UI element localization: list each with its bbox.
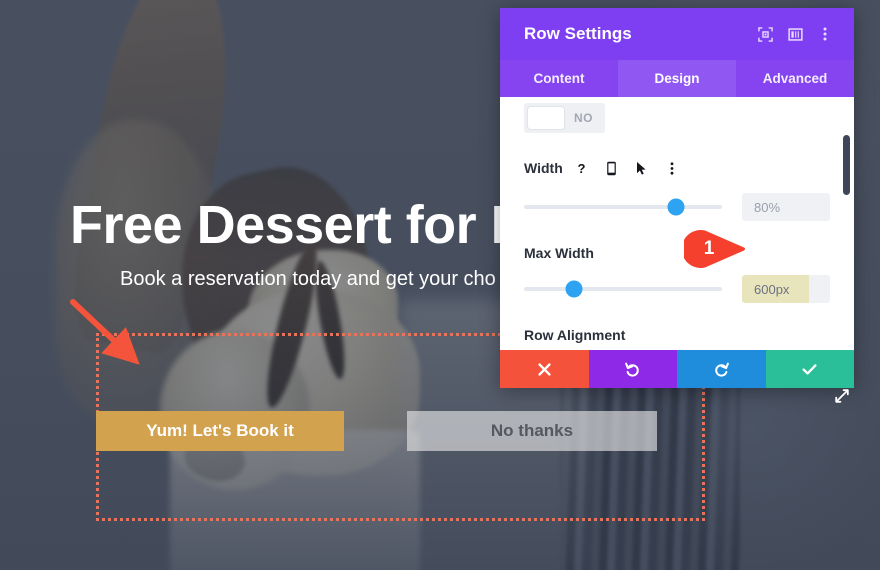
width-slider-handle[interactable] (667, 198, 685, 216)
no-thanks-button[interactable]: No thanks (407, 411, 657, 451)
width-slider[interactable] (524, 198, 722, 216)
cancel-button[interactable] (500, 350, 589, 388)
tab-content[interactable]: Content (500, 60, 618, 97)
layout-icon[interactable] (780, 19, 810, 49)
panel-body: NO Width ? 80% Max Width 600px Row Align… (500, 97, 854, 350)
yes-no-toggle[interactable]: NO (524, 103, 605, 133)
panel-scrollbar[interactable] (843, 135, 850, 195)
max-width-label-row: Max Width (524, 245, 830, 261)
svg-text:?: ? (578, 162, 586, 175)
max-width-slider-handle[interactable] (565, 280, 582, 298)
toggle-row: NO (524, 97, 830, 133)
book-now-button[interactable]: Yum! Let's Book it (96, 411, 344, 451)
width-value-input[interactable] (742, 193, 830, 221)
panel-action-bar (500, 350, 854, 388)
help-icon[interactable]: ? (571, 157, 593, 179)
row-settings-panel: Row Settings Content Design Advanced NO … (500, 8, 854, 403)
screen: Free Dessert for F Book a reservation to… (0, 0, 880, 570)
max-width-value-input[interactable] (742, 275, 830, 303)
row-alignment-label: Row Alignment (524, 327, 626, 343)
undo-button[interactable] (588, 350, 677, 388)
row-alignment-label-row: Row Alignment (524, 327, 830, 343)
panel-resize-handle[interactable] (829, 383, 855, 409)
panel-tabs: Content Design Advanced (500, 60, 854, 97)
panel-header: Row Settings (500, 8, 854, 60)
tab-advanced[interactable]: Advanced (736, 60, 854, 97)
more-vertical-icon[interactable] (810, 19, 840, 49)
redo-button[interactable] (677, 350, 766, 388)
cta-button-group: Yum! Let's Book it No thanks (96, 411, 705, 451)
max-width-slider-row (524, 275, 830, 303)
width-label: Width (524, 160, 563, 176)
panel-title: Row Settings (524, 24, 632, 43)
tab-design[interactable]: Design (618, 60, 736, 97)
more-vertical-icon[interactable] (661, 157, 683, 179)
mobile-icon[interactable] (601, 157, 623, 179)
focus-icon[interactable] (750, 19, 780, 49)
toggle-value-label: NO (574, 111, 593, 125)
toggle-knob (528, 107, 564, 129)
max-width-slider[interactable] (524, 280, 722, 298)
width-slider-row (524, 193, 830, 221)
width-label-row: Width ? (524, 157, 830, 179)
cursor-icon[interactable] (631, 157, 653, 179)
max-width-label: Max Width (524, 245, 594, 261)
